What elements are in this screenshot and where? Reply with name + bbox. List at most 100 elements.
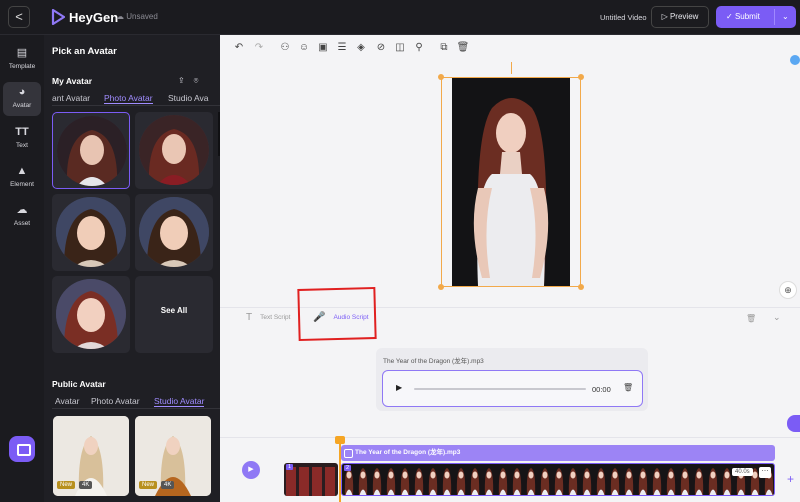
highlight-annotation bbox=[297, 286, 377, 342]
chevron-down-icon[interactable]: ⌄ bbox=[782, 6, 789, 28]
shapes-icon[interactable]: ◫ bbox=[393, 41, 407, 55]
more-options-icon[interactable]: ⋯ bbox=[759, 467, 771, 478]
play-icon[interactable]: ▶ bbox=[396, 383, 402, 392]
image-icon[interactable]: ▣ bbox=[316, 41, 330, 55]
resize-handle[interactable] bbox=[438, 74, 444, 80]
avatar-tile[interactable] bbox=[52, 112, 130, 189]
my-avatar-title: My Avatar bbox=[52, 76, 92, 86]
brand-name: HeyGen bbox=[69, 10, 119, 25]
avatar-tile[interactable] bbox=[52, 194, 130, 271]
rail-item-asset[interactable]: ☁ Asset bbox=[3, 200, 41, 234]
chevron-down-icon[interactable]: ⌄ bbox=[773, 312, 781, 323]
public-avatar-tile[interactable]: New 4K bbox=[53, 416, 129, 496]
timeline-play-button[interactable]: ▶ bbox=[242, 461, 260, 479]
help-icon[interactable] bbox=[787, 415, 800, 432]
selection-frame[interactable] bbox=[441, 77, 581, 287]
back-button[interactable]: < bbox=[8, 6, 30, 28]
check-icon: ✓ bbox=[726, 12, 735, 21]
divider bbox=[52, 105, 220, 106]
layers-icon[interactable]: ◈ bbox=[354, 41, 368, 55]
duplicate-icon[interactable]: ⧉ bbox=[437, 41, 451, 55]
scene-number: 1 bbox=[286, 464, 294, 470]
trash-icon[interactable]: 🗑 bbox=[456, 41, 470, 55]
save-status: ☁ Unsaved bbox=[116, 12, 158, 21]
divider bbox=[52, 408, 220, 409]
avatar-thumbnail bbox=[139, 197, 209, 267]
tab-studio-avatar[interactable]: Studio Avatar bbox=[154, 396, 205, 407]
scene-thumbnails bbox=[342, 464, 774, 495]
extension-icon[interactable] bbox=[790, 55, 800, 65]
playhead-handle[interactable] bbox=[335, 436, 345, 444]
asset-icon: ☁ bbox=[16, 204, 28, 216]
avatar-thumbnail bbox=[139, 115, 209, 185]
new-badge: New bbox=[57, 481, 76, 489]
see-all-link[interactable]: See All bbox=[135, 306, 213, 315]
zoom-icon[interactable]: ⊕ bbox=[779, 281, 797, 299]
hide-icon[interactable]: ⊘ bbox=[374, 41, 388, 55]
scene-clip[interactable]: 2 bbox=[341, 463, 775, 496]
audio-track[interactable]: The Year of the Dragon (龙年).mp3 bbox=[341, 445, 775, 461]
my-avatar-actions: ⇪ ⌾ bbox=[178, 76, 198, 86]
emoji-icon[interactable]: ☺ bbox=[297, 41, 311, 55]
add-scene-icon[interactable]: + bbox=[787, 472, 794, 486]
see-all-tile[interactable]: See All bbox=[135, 276, 213, 353]
rail-item-avatar[interactable]: ◕ Avatar bbox=[3, 82, 41, 116]
scene-number: 2 bbox=[344, 465, 352, 471]
audio-time: 00:00 bbox=[592, 385, 611, 394]
align-icon[interactable]: ☰ bbox=[335, 41, 349, 55]
resize-handle[interactable] bbox=[578, 284, 584, 290]
element-icon: ▲ bbox=[16, 165, 28, 177]
rail-item-text[interactable]: TT Text bbox=[3, 122, 41, 156]
avatar-thumbnail bbox=[57, 116, 127, 186]
tab-instant-avatar[interactable]: ant Avatar bbox=[52, 93, 90, 103]
tab-text-script[interactable]: T Text Script bbox=[246, 312, 290, 323]
upload-icon[interactable]: ⇪ bbox=[178, 76, 185, 85]
tab-photo-avatar[interactable]: Photo Avatar bbox=[91, 396, 140, 406]
redo-icon[interactable]: ↷ bbox=[252, 41, 266, 55]
rail-item-template[interactable]: ▤ Template bbox=[3, 43, 41, 77]
delete-audio-icon[interactable]: 🗑 bbox=[623, 383, 633, 392]
rail-item-element[interactable]: ▲ Element bbox=[3, 161, 41, 195]
magic-wand-icon[interactable]: ⚲ bbox=[412, 41, 426, 55]
left-nav-rail: ▤ Template ◕ Avatar TT Text ▲ Element ☁ … bbox=[0, 35, 44, 502]
video-title[interactable]: Untitled Video bbox=[600, 13, 647, 22]
undo-icon[interactable]: ↶ bbox=[232, 41, 246, 55]
preview-button[interactable]: ▷ Preview bbox=[651, 6, 709, 28]
avatar-tile[interactable] bbox=[135, 112, 213, 189]
avatar-panel: Pick an Avatar My Avatar ⇪ ⌾ ant Avatar … bbox=[44, 35, 220, 502]
avatar-settings-icon[interactable]: ⚇ bbox=[278, 41, 292, 55]
heygen-logo-icon bbox=[51, 9, 65, 25]
scene-duration: 40.0s bbox=[732, 468, 753, 476]
4k-badge: 4K bbox=[79, 481, 93, 489]
divider bbox=[774, 9, 775, 25]
audio-file-name: The Year of the Dragon (龙年).mp3 bbox=[383, 358, 484, 365]
center-guide bbox=[511, 62, 512, 74]
avatar-tile[interactable] bbox=[52, 276, 130, 353]
audio-progress-track[interactable] bbox=[414, 388, 586, 390]
top-bar: < HeyGen ☁ Unsaved Untitled Video ▷ Prev… bbox=[0, 0, 800, 35]
avatar-thumbnail bbox=[56, 279, 126, 349]
location-pin-icon[interactable]: ⌾ bbox=[194, 76, 199, 85]
submit-button[interactable]: ✓ Submit ⌄ bbox=[716, 6, 796, 28]
resize-handle[interactable] bbox=[438, 284, 444, 290]
new-badge: New bbox=[139, 481, 158, 489]
support-chat-icon[interactable] bbox=[9, 436, 35, 462]
playhead[interactable] bbox=[339, 444, 341, 502]
avatar-tile[interactable] bbox=[135, 194, 213, 271]
resize-handle[interactable] bbox=[578, 74, 584, 80]
cloud-icon: ☁ bbox=[116, 12, 124, 21]
avatar-thumbnail bbox=[56, 197, 126, 267]
trash-icon[interactable]: 🗑 bbox=[746, 314, 756, 323]
public-avatar-title: Public Avatar bbox=[52, 379, 106, 389]
tab-avatar[interactable]: Avatar bbox=[55, 396, 79, 406]
avatar-icon: ◕ bbox=[18, 86, 26, 98]
tab-photo-avatar[interactable]: Photo Avatar bbox=[104, 93, 153, 104]
public-avatar-tile[interactable]: New 4K bbox=[135, 416, 211, 496]
tab-studio-avatar[interactable]: Studio Ava bbox=[168, 93, 209, 103]
template-icon: ▤ bbox=[16, 47, 28, 59]
scene-clip[interactable]: 1 bbox=[284, 463, 338, 496]
text-icon: TT bbox=[15, 126, 29, 138]
play-outline-icon: ▷ bbox=[661, 12, 668, 21]
4k-badge: 4K bbox=[161, 481, 175, 489]
panel-title: Pick an Avatar bbox=[52, 46, 117, 57]
